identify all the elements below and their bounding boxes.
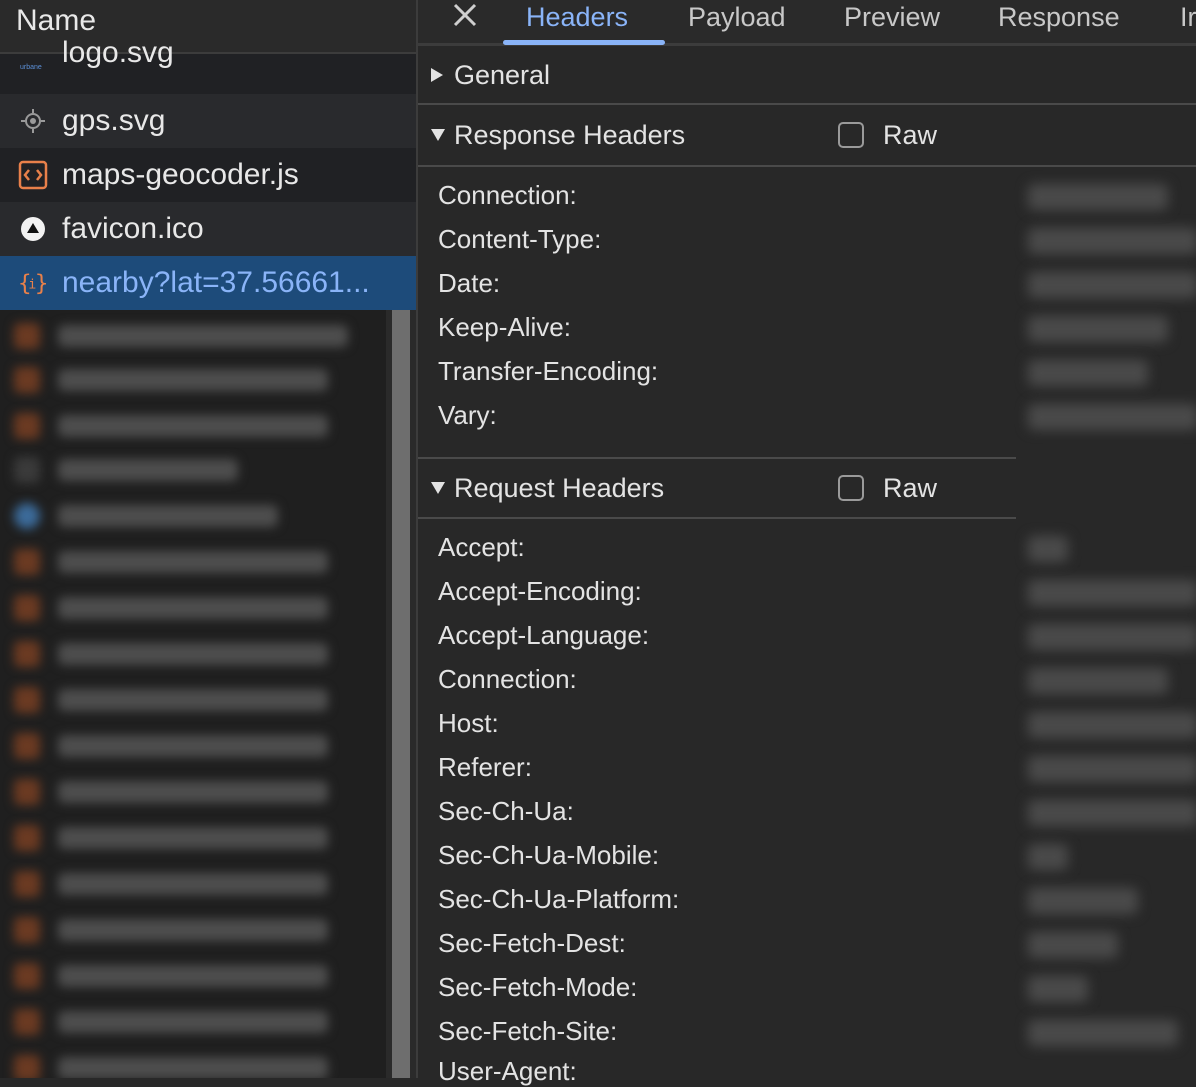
header-name: Sec-Fetch-Dest: <box>438 928 626 958</box>
header-name: Sec-Ch-Ua-Mobile: <box>438 840 660 870</box>
fetch-json-icon: { i } <box>18 268 48 298</box>
header-name: Accept-Language: <box>438 620 650 650</box>
request-name: maps-geocoder.js <box>62 158 299 191</box>
header-name: User-Agent: <box>438 1056 577 1086</box>
request-list-pane: Name urbane logo.svg gps.svg maps-geocod… <box>0 0 416 1078</box>
response-raw-checkbox[interactable] <box>838 122 864 148</box>
request-raw-checkbox[interactable] <box>838 475 864 501</box>
header-name: Accept-Encoding: <box>438 576 642 606</box>
blurred-request-list <box>0 310 390 1078</box>
tab-initiator[interactable]: Ir <box>1180 2 1196 33</box>
header-name: Content-Type: <box>438 224 602 254</box>
header-name: Referer: <box>438 752 532 782</box>
header-name: Sec-Fetch-Site: <box>438 1016 618 1046</box>
gps-icon <box>18 106 48 136</box>
tab-response[interactable]: Response <box>998 2 1120 33</box>
request-name: nearby?lat=37.56661... <box>62 266 370 299</box>
request-row-logo[interactable]: urbane logo.svg <box>0 36 416 94</box>
header-name: Keep-Alive: <box>438 312 571 342</box>
tab-preview[interactable]: Preview <box>844 2 940 33</box>
header-name: Sec-Fetch-Mode: <box>438 972 638 1002</box>
response-headers-section-header[interactable]: Response Headers Raw <box>418 106 1196 164</box>
request-row-maps-geocoder[interactable]: maps-geocoder.js <box>0 148 416 202</box>
request-name: gps.svg <box>62 104 166 137</box>
collapse-down-icon <box>430 480 446 496</box>
collapse-down-icon <box>430 127 446 143</box>
general-section-header[interactable]: General <box>418 46 1196 104</box>
details-tab-bar: Headers Payload Preview Response Ir <box>418 0 1196 46</box>
request-row-gps[interactable]: gps.svg <box>0 94 416 148</box>
request-details-pane: Headers Payload Preview Response Ir Gene… <box>416 0 1196 1086</box>
request-raw-label: Raw <box>883 473 938 503</box>
close-icon[interactable] <box>452 0 478 34</box>
tab-payload[interactable]: Payload <box>688 2 786 33</box>
header-name: Vary: <box>438 400 497 430</box>
svg-text:}: } <box>35 271 48 297</box>
expand-right-icon <box>430 67 446 83</box>
scrollbar-thumb[interactable] <box>392 310 410 1078</box>
header-name: Accept: <box>438 532 525 562</box>
request-name: logo.svg <box>62 36 174 69</box>
divider <box>418 165 1196 167</box>
active-tab-indicator <box>503 40 665 45</box>
header-name: Host: <box>438 708 499 738</box>
header-name: Connection: <box>438 180 577 210</box>
request-row-favicon[interactable]: favicon.ico <box>0 202 416 256</box>
svg-text:urbane: urbane <box>20 64 42 71</box>
request-name: favicon.ico <box>62 212 204 245</box>
header-name: Connection: <box>438 664 577 694</box>
request-headers-section-header[interactable]: Request Headers Raw <box>418 459 1196 517</box>
request-headers-title: Request Headers <box>454 472 665 503</box>
response-headers-title: Response Headers <box>454 119 686 150</box>
script-icon <box>18 160 48 190</box>
divider <box>418 517 1016 519</box>
header-name: Sec-Ch-Ua: <box>438 796 574 826</box>
request-row-nearby[interactable]: { i } nearby?lat=37.56661... <box>0 256 416 310</box>
header-name: Transfer-Encoding: <box>438 356 659 386</box>
header-name: Sec-Ch-Ua-Platform: <box>438 884 680 914</box>
general-section-title: General <box>454 59 551 90</box>
divider <box>418 103 1196 105</box>
name-column-label: Name <box>16 4 97 37</box>
header-name: Date: <box>438 268 501 298</box>
logo-image-icon: urbane <box>18 52 48 82</box>
tab-headers[interactable]: Headers <box>526 2 628 33</box>
favicon-icon <box>18 214 48 244</box>
response-raw-label: Raw <box>883 120 938 150</box>
